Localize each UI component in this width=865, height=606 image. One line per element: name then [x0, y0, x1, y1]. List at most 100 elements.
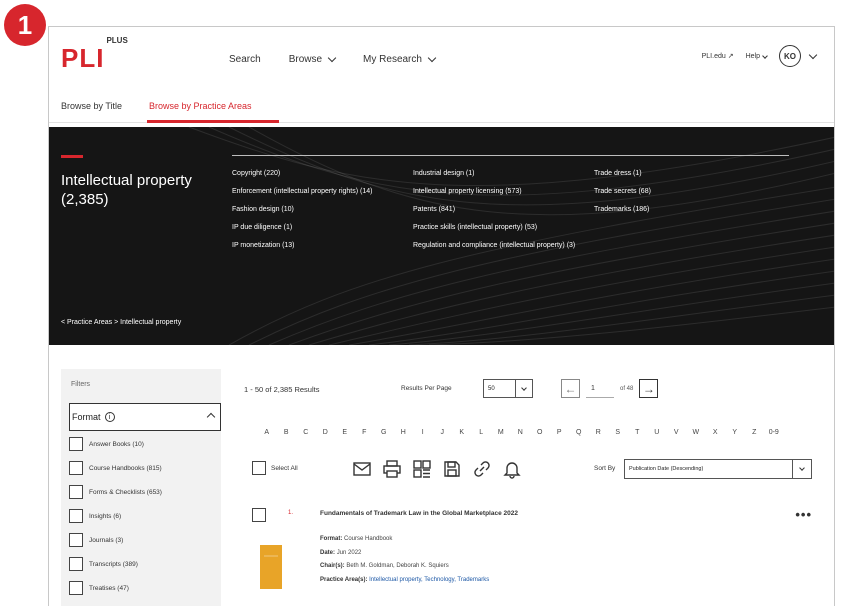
letter-filter[interactable]: E: [335, 429, 355, 436]
subarea-link[interactable]: Regulation and compliance (intellectual …: [413, 241, 583, 250]
email-icon[interactable]: [352, 459, 372, 479]
checkbox[interactable]: [69, 509, 83, 523]
practice-area-title: Intellectual property: [61, 172, 192, 189]
filter-option[interactable]: Answer Books (10): [69, 437, 144, 451]
letter-filter[interactable]: F: [355, 429, 375, 436]
subarea-link[interactable]: Practice skills (intellectual property) …: [413, 223, 583, 232]
letter-filter[interactable]: V: [667, 429, 687, 436]
format-filter-toggle[interactable]: Format i: [69, 403, 221, 431]
nav-my-research[interactable]: My Research: [363, 53, 437, 65]
subarea-link[interactable]: Trademarks (186): [594, 205, 734, 214]
letter-filter[interactable]: C: [296, 429, 316, 436]
letter-filter[interactable]: S: [608, 429, 628, 436]
subarea-link[interactable]: Industrial design (1): [413, 169, 583, 178]
filter-option[interactable]: Course Handbooks (815): [69, 461, 162, 475]
checkbox[interactable]: [69, 533, 83, 547]
select-all[interactable]: Select All: [252, 461, 298, 475]
save-icon[interactable]: [442, 459, 462, 479]
pagination: ← 1 of 48 →: [561, 379, 659, 398]
nav-browse[interactable]: Browse: [289, 53, 337, 65]
top-navigation-bar: PLIPLUS Search Browse My Research PLI.ed…: [49, 27, 834, 87]
tab-browse-by-practice-areas[interactable]: Browse by Practice Areas: [149, 101, 252, 111]
citation-export-icon[interactable]: [412, 459, 432, 479]
letter-filter[interactable]: H: [394, 429, 414, 436]
bulk-action-icons: [352, 459, 522, 479]
letter-filter[interactable]: N: [511, 429, 531, 436]
filter-option[interactable]: Transcripts (389): [69, 557, 138, 571]
letter-filter[interactable]: J: [433, 429, 453, 436]
subarea-link[interactable]: Enforcement (intellectual property right…: [232, 187, 392, 196]
pli-edu-link[interactable]: PLI.edu ↗: [702, 52, 734, 60]
step-number-badge: 1: [4, 4, 46, 46]
letter-filter[interactable]: W: [686, 429, 706, 436]
filter-option[interactable]: Journals (3): [69, 533, 123, 547]
pli-plus-logo[interactable]: PLIPLUS: [61, 36, 128, 74]
practice-area-count: (2,385): [61, 191, 109, 208]
user-menu[interactable]: KO: [779, 45, 818, 67]
link-icon[interactable]: [472, 459, 492, 479]
letter-filter[interactable]: M: [491, 429, 511, 436]
subarea-column-3: Trade dress (1) Trade secrets (68) Trade…: [594, 169, 734, 223]
checkbox[interactable]: [69, 485, 83, 499]
subarea-link[interactable]: Fashion design (10): [232, 205, 392, 214]
tab-browse-by-title[interactable]: Browse by Title: [61, 101, 122, 111]
chevron-down-icon: [793, 465, 811, 471]
letter-filter[interactable]: D: [316, 429, 336, 436]
breadcrumb[interactable]: < Practice Areas > Intellectual property: [61, 319, 181, 326]
filter-option[interactable]: Forms & Checklists (653): [69, 485, 162, 499]
subarea-link[interactable]: Trade secrets (68): [594, 187, 734, 196]
filter-option[interactable]: Insights (6): [69, 509, 121, 523]
chevron-down-icon: [427, 53, 437, 63]
letter-filter[interactable]: L: [472, 429, 492, 436]
prev-page-button[interactable]: ←: [561, 379, 580, 398]
next-page-button[interactable]: →: [639, 379, 659, 398]
subarea-link[interactable]: IP monetization (13): [232, 241, 392, 250]
results-toolbar: Select All Sort By Publication Date (Des…: [252, 459, 812, 483]
letter-filter[interactable]: A: [257, 429, 277, 436]
avatar[interactable]: KO: [779, 45, 801, 67]
letter-filter[interactable]: B: [277, 429, 297, 436]
alphabet-filter: A B C D E F G H I J K L M N O P Q R S T …: [257, 429, 784, 436]
active-tab-indicator: [147, 120, 279, 123]
info-icon[interactable]: i: [104, 412, 115, 422]
letter-filter[interactable]: I: [413, 429, 433, 436]
letter-filter[interactable]: R: [589, 429, 609, 436]
result-title-link[interactable]: Fundamentals of Trademark Law in the Glo…: [320, 510, 518, 517]
letter-filter[interactable]: U: [647, 429, 667, 436]
results-per-page-select[interactable]: 50: [483, 379, 533, 398]
letter-filter[interactable]: O: [530, 429, 550, 436]
select-all-checkbox[interactable]: [252, 461, 266, 475]
practice-area-links[interactable]: Intellectual property, Technology, Trade…: [369, 577, 489, 583]
letter-filter[interactable]: X: [706, 429, 726, 436]
letter-filter[interactable]: Y: [725, 429, 745, 436]
letter-filter[interactable]: G: [374, 429, 394, 436]
subarea-link[interactable]: Copyright (220): [232, 169, 392, 178]
letter-filter[interactable]: Z: [745, 429, 765, 436]
letter-filter[interactable]: Q: [569, 429, 589, 436]
help-menu[interactable]: Help: [746, 53, 768, 60]
subarea-link[interactable]: Trade dress (1): [594, 169, 734, 178]
result-checkbox[interactable]: [252, 508, 266, 522]
checkbox[interactable]: [69, 437, 83, 451]
checkbox[interactable]: [69, 557, 83, 571]
alert-bell-icon[interactable]: [502, 459, 522, 479]
checkbox[interactable]: [69, 461, 83, 475]
filter-option[interactable]: Treatises (47): [69, 581, 129, 595]
filters-panel: Filters Format i Answer Books (10) Cours…: [61, 369, 221, 606]
letter-filter[interactable]: P: [550, 429, 570, 436]
letter-filter[interactable]: 0-9: [764, 429, 784, 436]
page-number-input[interactable]: 1: [586, 379, 614, 398]
more-options-icon[interactable]: •••: [795, 507, 812, 522]
letter-filter[interactable]: T: [628, 429, 648, 436]
letter-filter[interactable]: K: [452, 429, 472, 436]
filters-heading: Filters: [71, 381, 91, 388]
subarea-link[interactable]: Intellectual property licensing (573): [413, 187, 583, 196]
nav-search[interactable]: Search: [229, 54, 261, 65]
sort-by-select[interactable]: Publication Date (Descending): [624, 459, 812, 479]
subarea-link[interactable]: Patents (841): [413, 205, 583, 214]
print-icon[interactable]: [382, 459, 402, 479]
book-cover-thumbnail[interactable]: [260, 545, 282, 589]
results-per-page-label: Results Per Page: [401, 385, 452, 392]
checkbox[interactable]: [69, 581, 83, 595]
subarea-link[interactable]: IP due diligence (1): [232, 223, 392, 232]
